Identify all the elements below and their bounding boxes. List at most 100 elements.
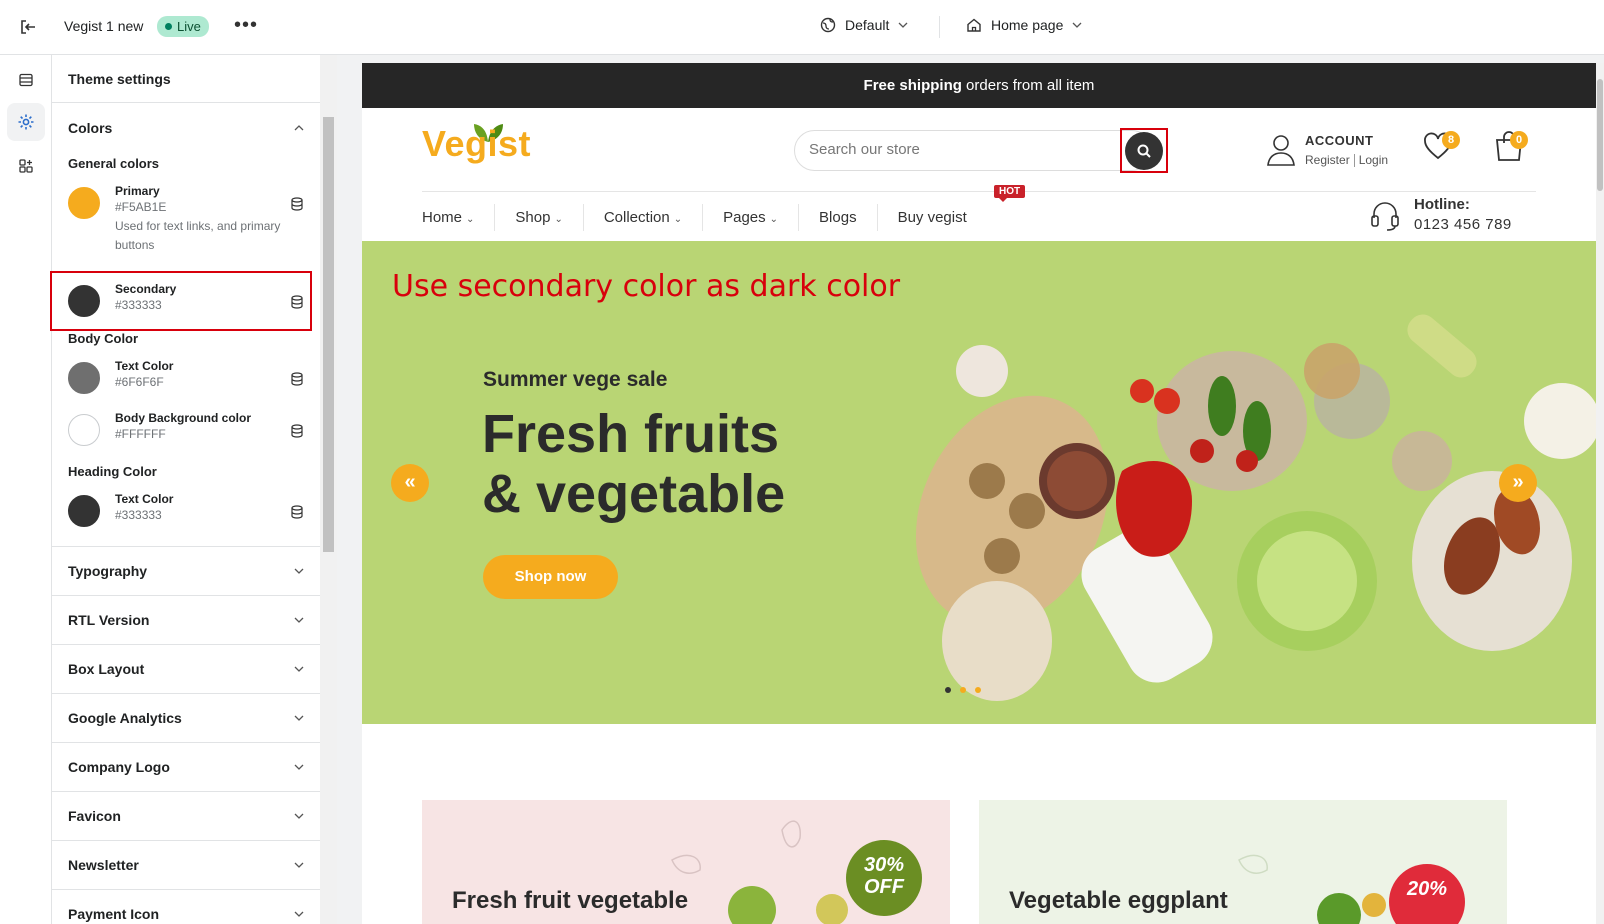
main-navigation: Home ⌄ Shop ⌄ Collection ⌄ Pages ⌄ Blogs Buy… bbox=[422, 204, 987, 231]
color-swatch[interactable] bbox=[68, 362, 100, 394]
color-setting-text[interactable]: Text Color #6F6F6F bbox=[52, 352, 320, 404]
preview-scrollbar[interactable] bbox=[1596, 63, 1604, 924]
banner-title: Vegetable eggplant bbox=[1009, 887, 1228, 914]
database-icon[interactable] bbox=[290, 505, 304, 519]
sections-rail-button[interactable] bbox=[7, 61, 45, 99]
general-colors-heading: General colors bbox=[68, 156, 160, 171]
section-rtl-version[interactable]: RTL Version bbox=[52, 596, 320, 645]
theme-selector[interactable]: Default bbox=[820, 17, 908, 33]
section-company-logo[interactable]: Company Logo bbox=[52, 743, 320, 792]
section-label: Google Analytics bbox=[68, 710, 182, 726]
double-chevron-right-icon: » bbox=[1512, 471, 1524, 493]
account-title: ACCOUNT bbox=[1305, 133, 1374, 148]
header-divider bbox=[422, 191, 1536, 192]
color-setting-heading-text[interactable]: Text Color #333333 bbox=[52, 485, 320, 547]
home-icon bbox=[967, 18, 981, 32]
color-hex: #6F6F6F bbox=[115, 375, 164, 389]
color-name: Text Color bbox=[115, 492, 174, 506]
hero-title: Fresh fruits & vegetable bbox=[482, 404, 785, 524]
nav-home[interactable]: Home ⌄ bbox=[422, 204, 494, 231]
database-icon[interactable] bbox=[290, 197, 304, 211]
database-icon[interactable] bbox=[290, 424, 304, 438]
section-favicon[interactable]: Favicon bbox=[52, 792, 320, 841]
account-block[interactable]: ACCOUNT Register Login bbox=[1265, 131, 1405, 171]
nav-blogs[interactable]: Blogs bbox=[798, 204, 877, 231]
topbar-divider bbox=[939, 16, 940, 38]
slider-next-button[interactable]: » bbox=[1499, 464, 1537, 502]
storefront-preview: Free shipping orders from all item Vegis… bbox=[362, 63, 1596, 924]
login-link[interactable]: Login bbox=[1359, 153, 1388, 167]
page-selector-label: Home page bbox=[991, 17, 1064, 33]
more-actions-button[interactable]: ••• bbox=[234, 14, 258, 37]
slider-dot[interactable] bbox=[945, 687, 951, 693]
color-swatch[interactable] bbox=[68, 187, 100, 219]
database-icon[interactable] bbox=[290, 372, 304, 386]
nav-label: Buy vegist bbox=[897, 209, 967, 226]
register-link[interactable]: Register bbox=[1305, 153, 1350, 167]
chevron-down-icon bbox=[294, 862, 304, 868]
wishlist-button[interactable]: 8 bbox=[1422, 131, 1460, 166]
color-description: Used for text links, and primary buttons bbox=[115, 219, 281, 252]
nav-label: Home bbox=[422, 209, 463, 226]
panel-scrollbar[interactable] bbox=[320, 55, 337, 924]
nav-label: Pages bbox=[723, 209, 766, 226]
chevron-down-icon bbox=[294, 813, 304, 819]
vegetables-image bbox=[915, 314, 1596, 701]
section-colors-header[interactable]: Colors bbox=[52, 103, 320, 152]
nav-buy-vegist[interactable]: Buy vegist bbox=[876, 204, 987, 231]
scrollbar-thumb[interactable] bbox=[1597, 79, 1603, 191]
gear-icon bbox=[18, 114, 34, 130]
slider-prev-button[interactable]: « bbox=[391, 464, 429, 502]
double-chevron-left-icon: « bbox=[404, 471, 416, 493]
section-newsletter[interactable]: Newsletter bbox=[52, 841, 320, 890]
slider-dot[interactable] bbox=[975, 687, 981, 693]
color-setting-body-background[interactable]: Body Background color #FFFFFF bbox=[52, 404, 320, 456]
nav-label: Collection bbox=[603, 209, 670, 226]
scrollbar-thumb[interactable] bbox=[323, 117, 334, 552]
section-colors-label: Colors bbox=[68, 119, 113, 136]
editor-rail bbox=[0, 55, 52, 924]
section-box-layout[interactable]: Box Layout bbox=[52, 645, 320, 694]
search-highlight-box bbox=[1120, 128, 1168, 173]
store-name[interactable]: Vegist 1 new bbox=[64, 18, 143, 34]
slider-dot[interactable] bbox=[960, 687, 966, 693]
nav-pages[interactable]: Pages ⌄ bbox=[702, 204, 798, 231]
section-google-analytics[interactable]: Google Analytics bbox=[52, 694, 320, 743]
apps-rail-button[interactable] bbox=[7, 147, 45, 185]
nav-shop[interactable]: Shop ⌄ bbox=[494, 204, 582, 231]
headset-icon bbox=[1371, 202, 1399, 231]
section-typography[interactable]: Typography bbox=[52, 547, 320, 596]
heading-color-heading: Heading Color bbox=[68, 464, 157, 479]
store-search[interactable] bbox=[794, 130, 1152, 171]
color-swatch[interactable] bbox=[68, 414, 100, 446]
store-logo[interactable]: Vegist bbox=[422, 123, 531, 165]
nav-label: Shop bbox=[515, 209, 551, 226]
shop-now-button[interactable]: Shop now bbox=[483, 555, 618, 599]
hero-slider: Use secondary color as dark color Summer… bbox=[362, 241, 1596, 724]
nav-collection[interactable]: Collection ⌄ bbox=[582, 204, 702, 231]
hero-title-line-1: Fresh fruits bbox=[482, 404, 780, 464]
color-name: Body Background color bbox=[115, 411, 252, 425]
chevron-down-icon bbox=[294, 568, 304, 574]
user-icon bbox=[1267, 135, 1295, 166]
secondary-highlight-box bbox=[50, 271, 312, 331]
section-label: Payment Icon bbox=[68, 906, 160, 922]
section-label: Favicon bbox=[68, 808, 121, 824]
promo-banner-1[interactable]: 30% OFF Fresh fruit vegetable bbox=[422, 800, 950, 924]
banner-title: Fresh fruit vegetable bbox=[452, 887, 689, 914]
hotline-number[interactable]: 0123 456 789 bbox=[1414, 216, 1512, 233]
search-input[interactable] bbox=[809, 141, 1109, 158]
chevron-down-icon bbox=[898, 22, 908, 28]
chevron-down-icon bbox=[294, 666, 304, 672]
cart-button[interactable]: 0 bbox=[1492, 129, 1528, 168]
promo-banner-2[interactable]: 20% Vegetable eggplant bbox=[979, 800, 1507, 924]
announcement-bold: Free shipping bbox=[863, 77, 962, 94]
color-setting-primary[interactable]: Primary #F5AB1E Used for text links, and… bbox=[52, 177, 320, 275]
discount-label: OFF bbox=[864, 876, 904, 898]
color-swatch[interactable] bbox=[68, 495, 100, 527]
theme-settings-rail-button[interactable] bbox=[7, 103, 45, 141]
page-selector[interactable]: Home page bbox=[966, 17, 1082, 33]
section-payment-icon[interactable]: Payment Icon bbox=[52, 890, 320, 924]
apps-icon bbox=[19, 159, 33, 173]
exit-icon[interactable] bbox=[18, 17, 38, 37]
